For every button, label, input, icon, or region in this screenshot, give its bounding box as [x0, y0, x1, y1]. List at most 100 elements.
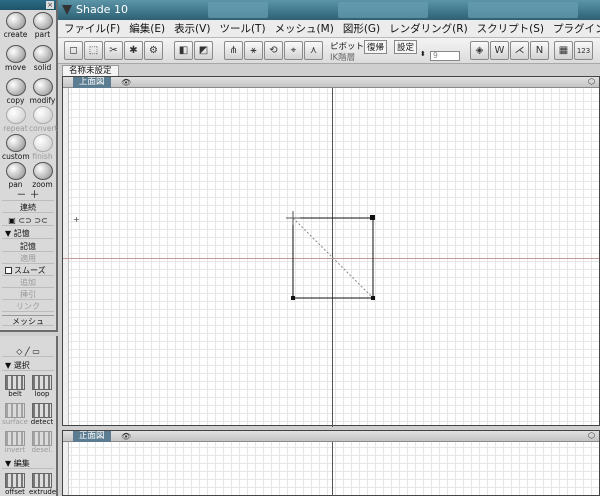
menu-shape[interactable]: 図形(G)	[343, 21, 380, 36]
select-palette: ◇ ╱ ▭ ▼ 選択 belt loop surface detect inve…	[0, 336, 58, 496]
front-view-viewport[interactable]: 正面図 👁 ⬡	[62, 430, 600, 496]
invert-icon	[5, 431, 25, 446]
hierarchy-icon[interactable]: N	[530, 41, 549, 60]
mode-switch-icons[interactable]: ▣ ⊂⊃ ⊃⊂	[2, 215, 54, 226]
menu-render[interactable]: レンダリング(R)	[389, 21, 468, 36]
close-icon[interactable]: ×	[46, 1, 54, 9]
selection-mode-icons[interactable]: ◇ ╱ ▭	[2, 346, 54, 357]
loop-tool[interactable]: loop	[29, 374, 55, 400]
wire-icon[interactable]: W	[490, 41, 509, 60]
cut-icon[interactable]: ✂	[104, 41, 123, 60]
tree-icon[interactable]: ⋌	[510, 41, 529, 60]
offset-icon	[5, 473, 25, 488]
control-handle	[291, 296, 295, 300]
tool-label: convert	[29, 124, 58, 133]
branch-icon[interactable]: ⌖	[284, 41, 303, 60]
tool-label: copy	[6, 96, 25, 105]
restore-button[interactable]: 復帰	[364, 40, 388, 54]
create-icon	[5, 12, 26, 30]
select-section-header[interactable]: ▼ 選択	[2, 360, 54, 371]
solid-tool[interactable]: solid	[29, 45, 56, 74]
tool-label: desel.	[31, 446, 53, 454]
rotate-icon[interactable]: ⟲	[264, 41, 283, 60]
repeat-icon	[5, 106, 26, 124]
deselect-icon	[32, 431, 52, 446]
tool-label: extrude	[29, 488, 57, 496]
menu-mesh[interactable]: メッシュ(M)	[275, 21, 334, 36]
extrude-tool[interactable]: extrude	[29, 472, 57, 496]
menu-view[interactable]: 表示(V)	[174, 21, 210, 36]
menu-edit[interactable]: 編集(E)	[129, 21, 165, 36]
numeric-button[interactable]: 123	[574, 41, 593, 60]
menu-script[interactable]: スクリプト(S)	[477, 21, 544, 36]
view-icon[interactable]: ◈	[470, 41, 489, 60]
ik-level-select[interactable]: 9	[430, 51, 460, 61]
diagonal-line	[292, 217, 374, 299]
ik-label: IK階層	[330, 53, 356, 63]
left-ruler	[63, 442, 69, 495]
joint-icon[interactable]: ⋔	[224, 41, 243, 60]
surface-tool[interactable]: surface	[2, 402, 28, 428]
create-tool[interactable]: create	[2, 12, 29, 41]
zoom-tool[interactable]: zoom	[29, 162, 56, 191]
edit-section-header[interactable]: ▼ 編集	[2, 458, 54, 469]
pan-tool[interactable]: pan	[2, 162, 29, 191]
smooth-checkbox[interactable]	[5, 267, 12, 274]
continuous-toggle[interactable]: 連続	[2, 202, 54, 213]
custom-tool[interactable]: custom	[2, 134, 30, 163]
smooth-label: スムーズ	[14, 266, 46, 275]
palette-header[interactable]: ×	[0, 0, 56, 10]
offset-tool[interactable]: offset	[2, 472, 28, 496]
convert-icon	[32, 106, 53, 124]
grid-icon[interactable]: ▦	[554, 41, 573, 60]
convert-tool[interactable]: convert	[29, 106, 58, 135]
menu-file[interactable]: ファイル(F)	[64, 21, 120, 36]
part-icon[interactable]: ⚙	[144, 41, 163, 60]
menu-tools[interactable]: ツール(T)	[219, 21, 265, 36]
part-tool[interactable]: part	[29, 12, 56, 41]
snap-icon[interactable]: ✱	[124, 41, 143, 60]
left-tick: +	[73, 215, 80, 224]
subtract-button[interactable]: 挿引	[2, 289, 54, 300]
tool-label: belt	[8, 390, 22, 398]
shape-icon[interactable]: ◩	[194, 41, 213, 60]
menu-plugin[interactable]: プラグイン(P)	[553, 21, 600, 36]
scene-object-svg[interactable]: +	[63, 77, 599, 425]
memory-button[interactable]: 記憶	[2, 241, 54, 252]
ik-stepper-icon[interactable]: ⬍	[420, 50, 426, 58]
link-button[interactable]: リンク	[2, 301, 54, 312]
document-tab[interactable]: 名称未設定	[62, 65, 119, 76]
taskbar-block	[208, 2, 268, 18]
tool-label: solid	[33, 63, 52, 72]
memory-section-header[interactable]: ▼ 記憶	[2, 228, 54, 239]
mesh-tab[interactable]: メッシュ	[2, 315, 54, 326]
eye-icon[interactable]: 👁	[121, 432, 131, 441]
cube-view-icon[interactable]: ⬡	[588, 431, 595, 440]
taskbar-block	[468, 2, 578, 18]
belt-tool[interactable]: belt	[2, 374, 28, 400]
cube-icon[interactable]: ◻	[64, 41, 83, 60]
repeat-tool[interactable]: repeat	[2, 106, 29, 135]
settings-button[interactable]: 設定	[394, 40, 418, 54]
modify-tool[interactable]: modify	[29, 78, 56, 107]
gear-icon	[5, 134, 26, 152]
front-view-title: 正面図	[73, 431, 111, 442]
extrude-icon	[32, 473, 52, 488]
detect-tool[interactable]: detect	[29, 402, 55, 428]
tool-label: create	[3, 30, 28, 39]
minus-plus-control[interactable]: － ＋	[2, 190, 54, 201]
window-title: Shade 10	[76, 3, 128, 16]
deselect-tool[interactable]: desel.	[29, 430, 55, 456]
top-view-viewport[interactable]: 上面図 👁 ⬡ +	[62, 76, 600, 427]
skeleton-icon[interactable]: ⚹	[244, 41, 263, 60]
finish-tool[interactable]: finish	[29, 134, 56, 163]
add-button[interactable]: 追加	[2, 277, 54, 288]
invert-tool[interactable]: invert	[2, 430, 28, 456]
smooth-checkbox-row[interactable]: スムーズ	[2, 265, 54, 276]
copy-tool[interactable]: copy	[2, 78, 29, 107]
select-box-icon[interactable]: ⬚	[84, 41, 103, 60]
move-tool[interactable]: move	[2, 45, 29, 74]
apply-button[interactable]: 適用	[2, 253, 54, 264]
bone-icon[interactable]: ⋏	[304, 41, 323, 60]
object-icon[interactable]: ◧	[174, 41, 193, 60]
